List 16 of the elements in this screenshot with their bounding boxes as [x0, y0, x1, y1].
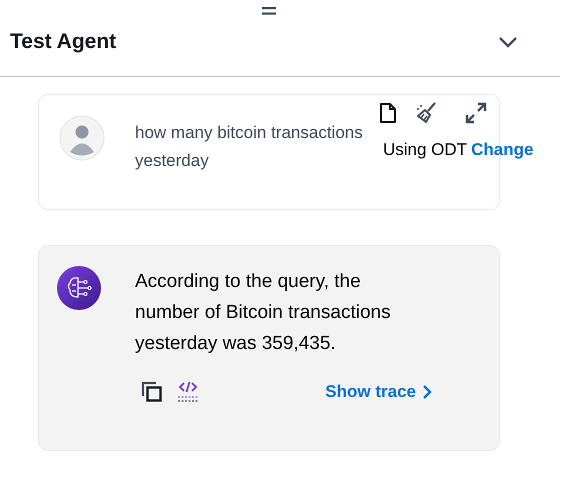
user-message-text: how many bitcoin transactions yesterday — [135, 122, 364, 172]
agent-message-text: According to the query, the number of Bitcoin transactions yesterday was 359,435. — [135, 270, 392, 356]
panel-title: Test Agent — [10, 30, 116, 54]
document-icon[interactable] — [379, 102, 397, 124]
show-trace-link[interactable]: Show trace — [325, 382, 432, 402]
agent-avatar-icon — [57, 266, 101, 310]
code-icon[interactable] — [177, 381, 199, 403]
change-link[interactable]: Change — [471, 140, 534, 160]
copy-icon[interactable] — [141, 381, 163, 403]
datasource-label: Using ODT — [383, 140, 468, 160]
chevron-down-icon[interactable] — [498, 36, 518, 48]
user-avatar-icon — [59, 115, 105, 161]
chevron-right-icon — [422, 384, 432, 400]
expand-icon[interactable] — [465, 102, 487, 124]
broom-icon[interactable] — [415, 101, 439, 125]
drag-handle-icon[interactable] — [261, 6, 277, 16]
